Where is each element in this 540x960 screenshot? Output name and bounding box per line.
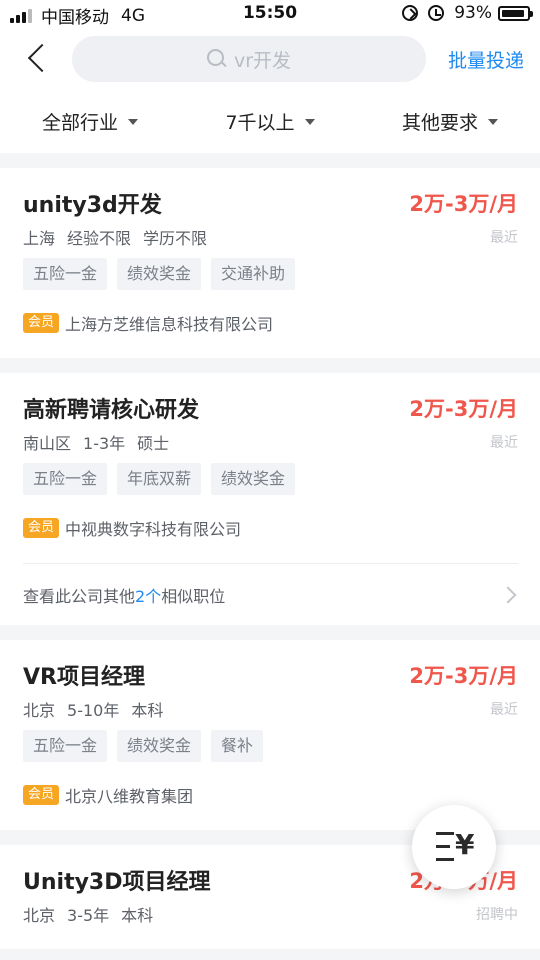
member-badge: 会员 bbox=[23, 785, 60, 805]
company-name: 上海方芝维信息科技有限公司 bbox=[65, 315, 274, 334]
search-placeholder: vr开发 bbox=[233, 49, 292, 72]
job-meta: 上海 经验不限 学历不限 最近 bbox=[23, 224, 518, 250]
member-badge: 会员 bbox=[23, 518, 60, 538]
job-card[interactable]: 高新聘请核心研发 2万-3万/月 南山区 1-3年 硕士 最近 五险一金 年底双薪 … bbox=[0, 373, 540, 625]
battery-fill bbox=[502, 9, 525, 17]
job-title: VR项目经理 bbox=[23, 665, 145, 690]
job-title: Unity3D项目经理 bbox=[23, 870, 211, 895]
filter-salary[interactable]: 7千以上 bbox=[180, 90, 360, 153]
job-experience: 1-3年 bbox=[83, 434, 126, 453]
salary-filter-button[interactable]: ¥ bbox=[412, 805, 496, 889]
card-padding bbox=[23, 541, 518, 563]
job-meta: 北京 3-5年 本科 招聘中 bbox=[23, 901, 518, 927]
job-location: 北京 bbox=[23, 906, 56, 925]
job-head: VR项目经理 2万-3万/月 bbox=[23, 658, 518, 692]
job-salary: 2万-3万/月 bbox=[409, 397, 518, 421]
battery-icon bbox=[498, 5, 533, 21]
caret-down-icon bbox=[304, 118, 315, 125]
job-title: 高新聘请核心研发 bbox=[23, 398, 200, 423]
job-time: 最近 bbox=[490, 230, 518, 246]
tag-row: 五险一金 绩效奖金 交通补助 bbox=[23, 258, 518, 290]
company-row: 会员 中视典数字科技有限公司 bbox=[23, 515, 518, 541]
similar-count: 2个 bbox=[135, 586, 162, 606]
card-padding bbox=[23, 927, 518, 949]
batch-apply-button[interactable]: 批量投递 bbox=[448, 46, 524, 73]
filter-other[interactable]: 其他要求 bbox=[360, 90, 540, 153]
job-time: 最近 bbox=[490, 702, 518, 718]
job-requirements: 北京 3-5年 本科 bbox=[23, 902, 165, 926]
job-card[interactable]: VR项目经理 2万-3万/月 北京 5-10年 本科 最近 五险一金 绩效奖金 餐补… bbox=[0, 640, 540, 830]
similar-prefix: 查看此公司其他 bbox=[23, 586, 136, 606]
job-location: 北京 bbox=[23, 701, 56, 720]
company-row: 会员 北京八维教育集团 bbox=[23, 782, 518, 808]
job-requirements: 南山区 1-3年 硕士 bbox=[23, 430, 181, 454]
benefit-tag: 五险一金 bbox=[23, 463, 108, 495]
salary-filter-icon: ¥ bbox=[436, 828, 474, 862]
job-education: 本科 bbox=[131, 701, 164, 720]
caret-down-icon bbox=[488, 118, 498, 125]
tag-row: 五险一金 年底双薪 绩效奖金 bbox=[23, 463, 518, 495]
benefit-tag: 绩效奖金 bbox=[117, 258, 202, 290]
job-experience: 3-5年 bbox=[67, 906, 110, 925]
job-education: 本科 bbox=[121, 906, 154, 925]
battery-percent: 93% bbox=[454, 3, 492, 23]
job-location: 上海 bbox=[23, 229, 56, 248]
similar-jobs-link[interactable]: 查看此公司其他2个相似职位 bbox=[23, 563, 518, 625]
search-input[interactable]: vr开发 bbox=[72, 36, 426, 82]
job-head: 高新聘请核心研发 2万-3万/月 bbox=[23, 391, 518, 425]
chevron-right-icon bbox=[499, 586, 517, 603]
filter-salary-label: 7千以上 bbox=[225, 112, 295, 134]
job-requirements: 北京 5-10年 本科 bbox=[23, 697, 175, 721]
job-title: unity3d开发 bbox=[23, 193, 162, 218]
similar-jobs-text: 查看此公司其他2个相似职位 bbox=[23, 583, 225, 607]
company-name: 北京八维教育集团 bbox=[65, 787, 194, 806]
benefit-tag: 餐补 bbox=[211, 730, 264, 762]
job-time: 招聘中 bbox=[476, 907, 518, 923]
job-card[interactable]: unity3d开发 2万-3万/月 上海 经验不限 学历不限 最近 五险一金 绩效奖… bbox=[0, 168, 540, 358]
tag-row: 五险一金 绩效奖金 餐补 bbox=[23, 730, 518, 762]
alarm-icon bbox=[428, 5, 445, 21]
rotation-lock-icon bbox=[402, 5, 419, 21]
status-right: 93% bbox=[402, 3, 533, 23]
job-salary: 2万-3万/月 bbox=[409, 664, 518, 688]
job-experience: 5-10年 bbox=[67, 701, 120, 720]
job-location: 南山区 bbox=[23, 434, 72, 453]
job-requirements: 上海 经验不限 学历不限 bbox=[23, 225, 219, 249]
filter-industry-label: 全部行业 bbox=[41, 112, 118, 134]
benefit-tag: 交通补助 bbox=[211, 258, 296, 290]
similar-suffix: 相似职位 bbox=[161, 586, 226, 606]
job-time: 最近 bbox=[490, 435, 518, 451]
job-education: 学历不限 bbox=[143, 229, 208, 248]
caret-down-icon bbox=[128, 118, 138, 125]
benefit-tag: 五险一金 bbox=[23, 258, 108, 290]
job-experience: 经验不限 bbox=[67, 229, 132, 248]
benefit-tag: 绩效奖金 bbox=[117, 730, 202, 762]
job-education: 硕士 bbox=[137, 434, 170, 453]
job-salary: 2万-3万/月 bbox=[409, 192, 518, 216]
company-name: 中视典数字科技有限公司 bbox=[65, 520, 242, 539]
filter-bar: 全部行业 7千以上 其他要求 bbox=[0, 90, 540, 153]
member-badge: 会员 bbox=[23, 313, 60, 333]
back-button[interactable] bbox=[16, 42, 56, 76]
company-row: 会员 上海方芝维信息科技有限公司 bbox=[23, 310, 518, 336]
job-meta: 北京 5-10年 本科 最近 bbox=[23, 696, 518, 722]
job-meta: 南山区 1-3年 硕士 最近 bbox=[23, 429, 518, 455]
nav-bar: vr开发 批量投递 bbox=[0, 28, 540, 90]
job-head: unity3d开发 2万-3万/月 bbox=[23, 186, 518, 220]
benefit-tag: 绩效奖金 bbox=[211, 463, 296, 495]
status-bar: 中国移动 4G 15:50 93% bbox=[0, 0, 540, 28]
card-padding bbox=[23, 336, 518, 358]
filter-other-label: 其他要求 bbox=[401, 112, 478, 134]
search-icon bbox=[206, 49, 227, 69]
benefit-tag: 五险一金 bbox=[23, 730, 108, 762]
filter-industry[interactable]: 全部行业 bbox=[0, 90, 180, 153]
benefit-tag: 年底双薪 bbox=[117, 463, 202, 495]
